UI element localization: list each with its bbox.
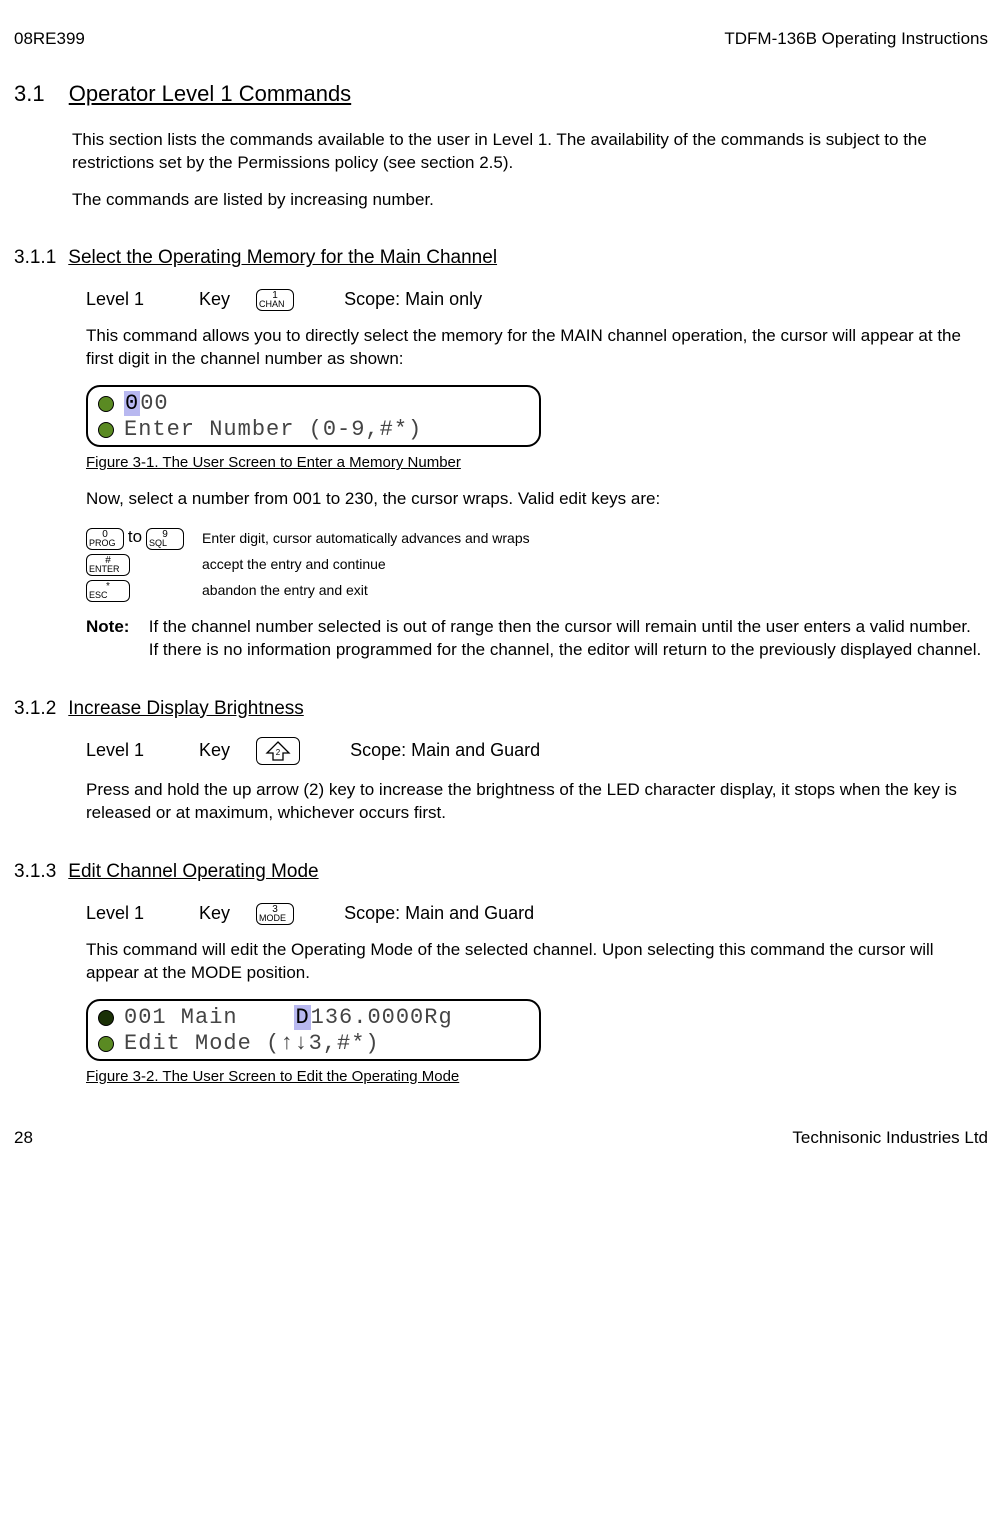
key-desc-esc: abandon the entry and exit: [202, 578, 536, 604]
scope-label: Scope: Main and Guard: [344, 903, 534, 923]
s311-meta: Level 1 Key 1 CHAN Scope: Main only: [86, 287, 984, 311]
s313-p1: This command will edit the Operating Mod…: [86, 939, 984, 985]
key-0-prog: 0 PROG: [86, 528, 124, 550]
svg-text:2: 2: [276, 748, 281, 757]
header-right: TDFM-136B Operating Instructions: [724, 28, 988, 51]
lcd-display-1: 000 Enter Number (0-9,#*): [86, 385, 541, 447]
key-hash-enter: # ENTER: [86, 554, 130, 576]
s311-p2: Now, select a number from 001 to 230, th…: [86, 488, 984, 511]
key-9-sql: 9 SQL: [146, 528, 184, 550]
page-footer: 28 Technisonic Industries Ltd: [14, 1127, 988, 1150]
section-title: Operator Level 1 Commands: [69, 81, 351, 106]
section-3-1-1-heading: 3.1.1Select the Operating Memory for the…: [14, 245, 988, 271]
page-number: 28: [14, 1127, 33, 1150]
s311-p1: This command allows you to directly sele…: [86, 325, 984, 371]
s312-meta: Level 1 Key 2 Scope: Main and Guard: [86, 737, 984, 765]
s31-p1: This section lists the commands availabl…: [72, 129, 984, 175]
key-up-arrow-2: 2: [256, 737, 300, 765]
led-dot-icon: [98, 1036, 114, 1052]
to-label: to: [128, 527, 142, 546]
section-3-1-heading: 3.1 Operator Level 1 Commands: [14, 79, 988, 109]
figure-3-1-caption: Figure 3-1. The User Screen to Enter a M…: [86, 453, 984, 473]
scope-label: Scope: Main and Guard: [350, 740, 540, 760]
key-star-esc: * ESC: [86, 580, 130, 602]
level-label: Level 1: [86, 901, 194, 925]
key-desc-digits: Enter digit, cursor automatically advanc…: [202, 524, 536, 551]
s313-meta: Level 1 Key 3 MODE Scope: Main and Guard: [86, 901, 984, 925]
lcd-line2: Enter Number (0-9,#*): [124, 415, 422, 445]
lcd-line2: Edit Mode (↑↓3,#*): [124, 1029, 380, 1059]
led-dot-icon: [98, 396, 114, 412]
section-3-1-2-heading: 3.1.2Increase Display Brightness: [14, 696, 988, 722]
note-text: If the channel number selected is out of…: [149, 616, 983, 662]
level-label: Level 1: [86, 287, 194, 311]
key-1-chan: 1 CHAN: [256, 289, 294, 311]
key-label: Key: [199, 901, 251, 925]
section-3-1-3-heading: 3.1.3Edit Channel Operating Mode: [14, 859, 988, 885]
page-header: 08RE399 TDFM-136B Operating Instructions: [14, 28, 988, 51]
scope-label: Scope: Main only: [344, 289, 482, 309]
level-label: Level 1: [86, 738, 194, 762]
led-dot-icon: [98, 1010, 114, 1026]
key-table: 0 PROG to 9 SQL Enter digit, cursor auto…: [86, 524, 536, 603]
note-block: Note: If the channel number selected is …: [86, 616, 984, 662]
s312-p1: Press and hold the up arrow (2) key to i…: [86, 779, 984, 825]
key-label: Key: [199, 738, 251, 762]
note-label: Note:: [86, 616, 144, 639]
led-dot-icon: [98, 422, 114, 438]
footer-right: Technisonic Industries Ltd: [792, 1127, 988, 1150]
key-desc-enter: accept the entry and continue: [202, 552, 536, 578]
key-label: Key: [199, 287, 251, 311]
s31-p2: The commands are listed by increasing nu…: [72, 189, 984, 212]
key-3-mode: 3 MODE: [256, 903, 294, 925]
section-number: 3.1: [14, 79, 45, 109]
figure-3-2-caption: Figure 3-2. The User Screen to Edit the …: [86, 1067, 984, 1087]
header-left: 08RE399: [14, 28, 85, 51]
lcd-display-2: 001 Main D136.0000Rg Edit Mode (↑↓3,#*): [86, 999, 541, 1061]
